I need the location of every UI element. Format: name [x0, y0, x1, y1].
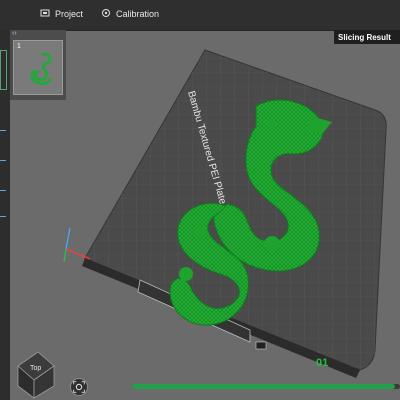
project-icon — [40, 8, 50, 20]
plate-settings-icon[interactable] — [255, 341, 267, 350]
top-menu-bar: Project Calibration — [0, 0, 400, 31]
sidebar-marker — [0, 160, 6, 161]
slicing-progress-bar — [132, 384, 400, 389]
calibration-icon — [101, 8, 111, 20]
dragon-thumbnail-icon — [30, 52, 52, 85]
tab-calibration[interactable]: Calibration — [101, 8, 159, 20]
slicing-result-label: Slicing Result — [338, 32, 391, 42]
plate-list-panel: ‹› 1 — [10, 30, 66, 100]
plate-id-label: 01 — [316, 357, 328, 369]
view-cube[interactable]: Top — [17, 351, 55, 399]
left-sidebar-edge — [0, 30, 10, 400]
tab-project[interactable]: Project — [40, 8, 83, 20]
tab-calibration-label: Calibration — [116, 9, 160, 19]
axis-gizmo — [63, 227, 91, 263]
sidebar-marker — [0, 190, 6, 191]
sidebar-selection-frame — [0, 50, 7, 90]
fit-view-icon — [73, 381, 85, 393]
view-cube-label: Top — [30, 365, 41, 372]
sidebar-marker — [0, 130, 6, 131]
fit-view-button[interactable] — [70, 378, 88, 396]
sidebar-marker — [0, 216, 6, 217]
plate-number: 1 — [17, 43, 21, 50]
3d-viewport[interactable]: Bambu Textured PEI Plate 01 Top — [10, 30, 400, 400]
tab-project-label: Project — [55, 9, 84, 19]
slicing-result-panel-title: Slicing Result — [334, 30, 400, 44]
slicing-progress-fill — [132, 384, 395, 389]
collapse-icon[interactable]: ‹› — [12, 30, 17, 37]
plate-thumbnail[interactable]: 1 — [13, 40, 63, 95]
